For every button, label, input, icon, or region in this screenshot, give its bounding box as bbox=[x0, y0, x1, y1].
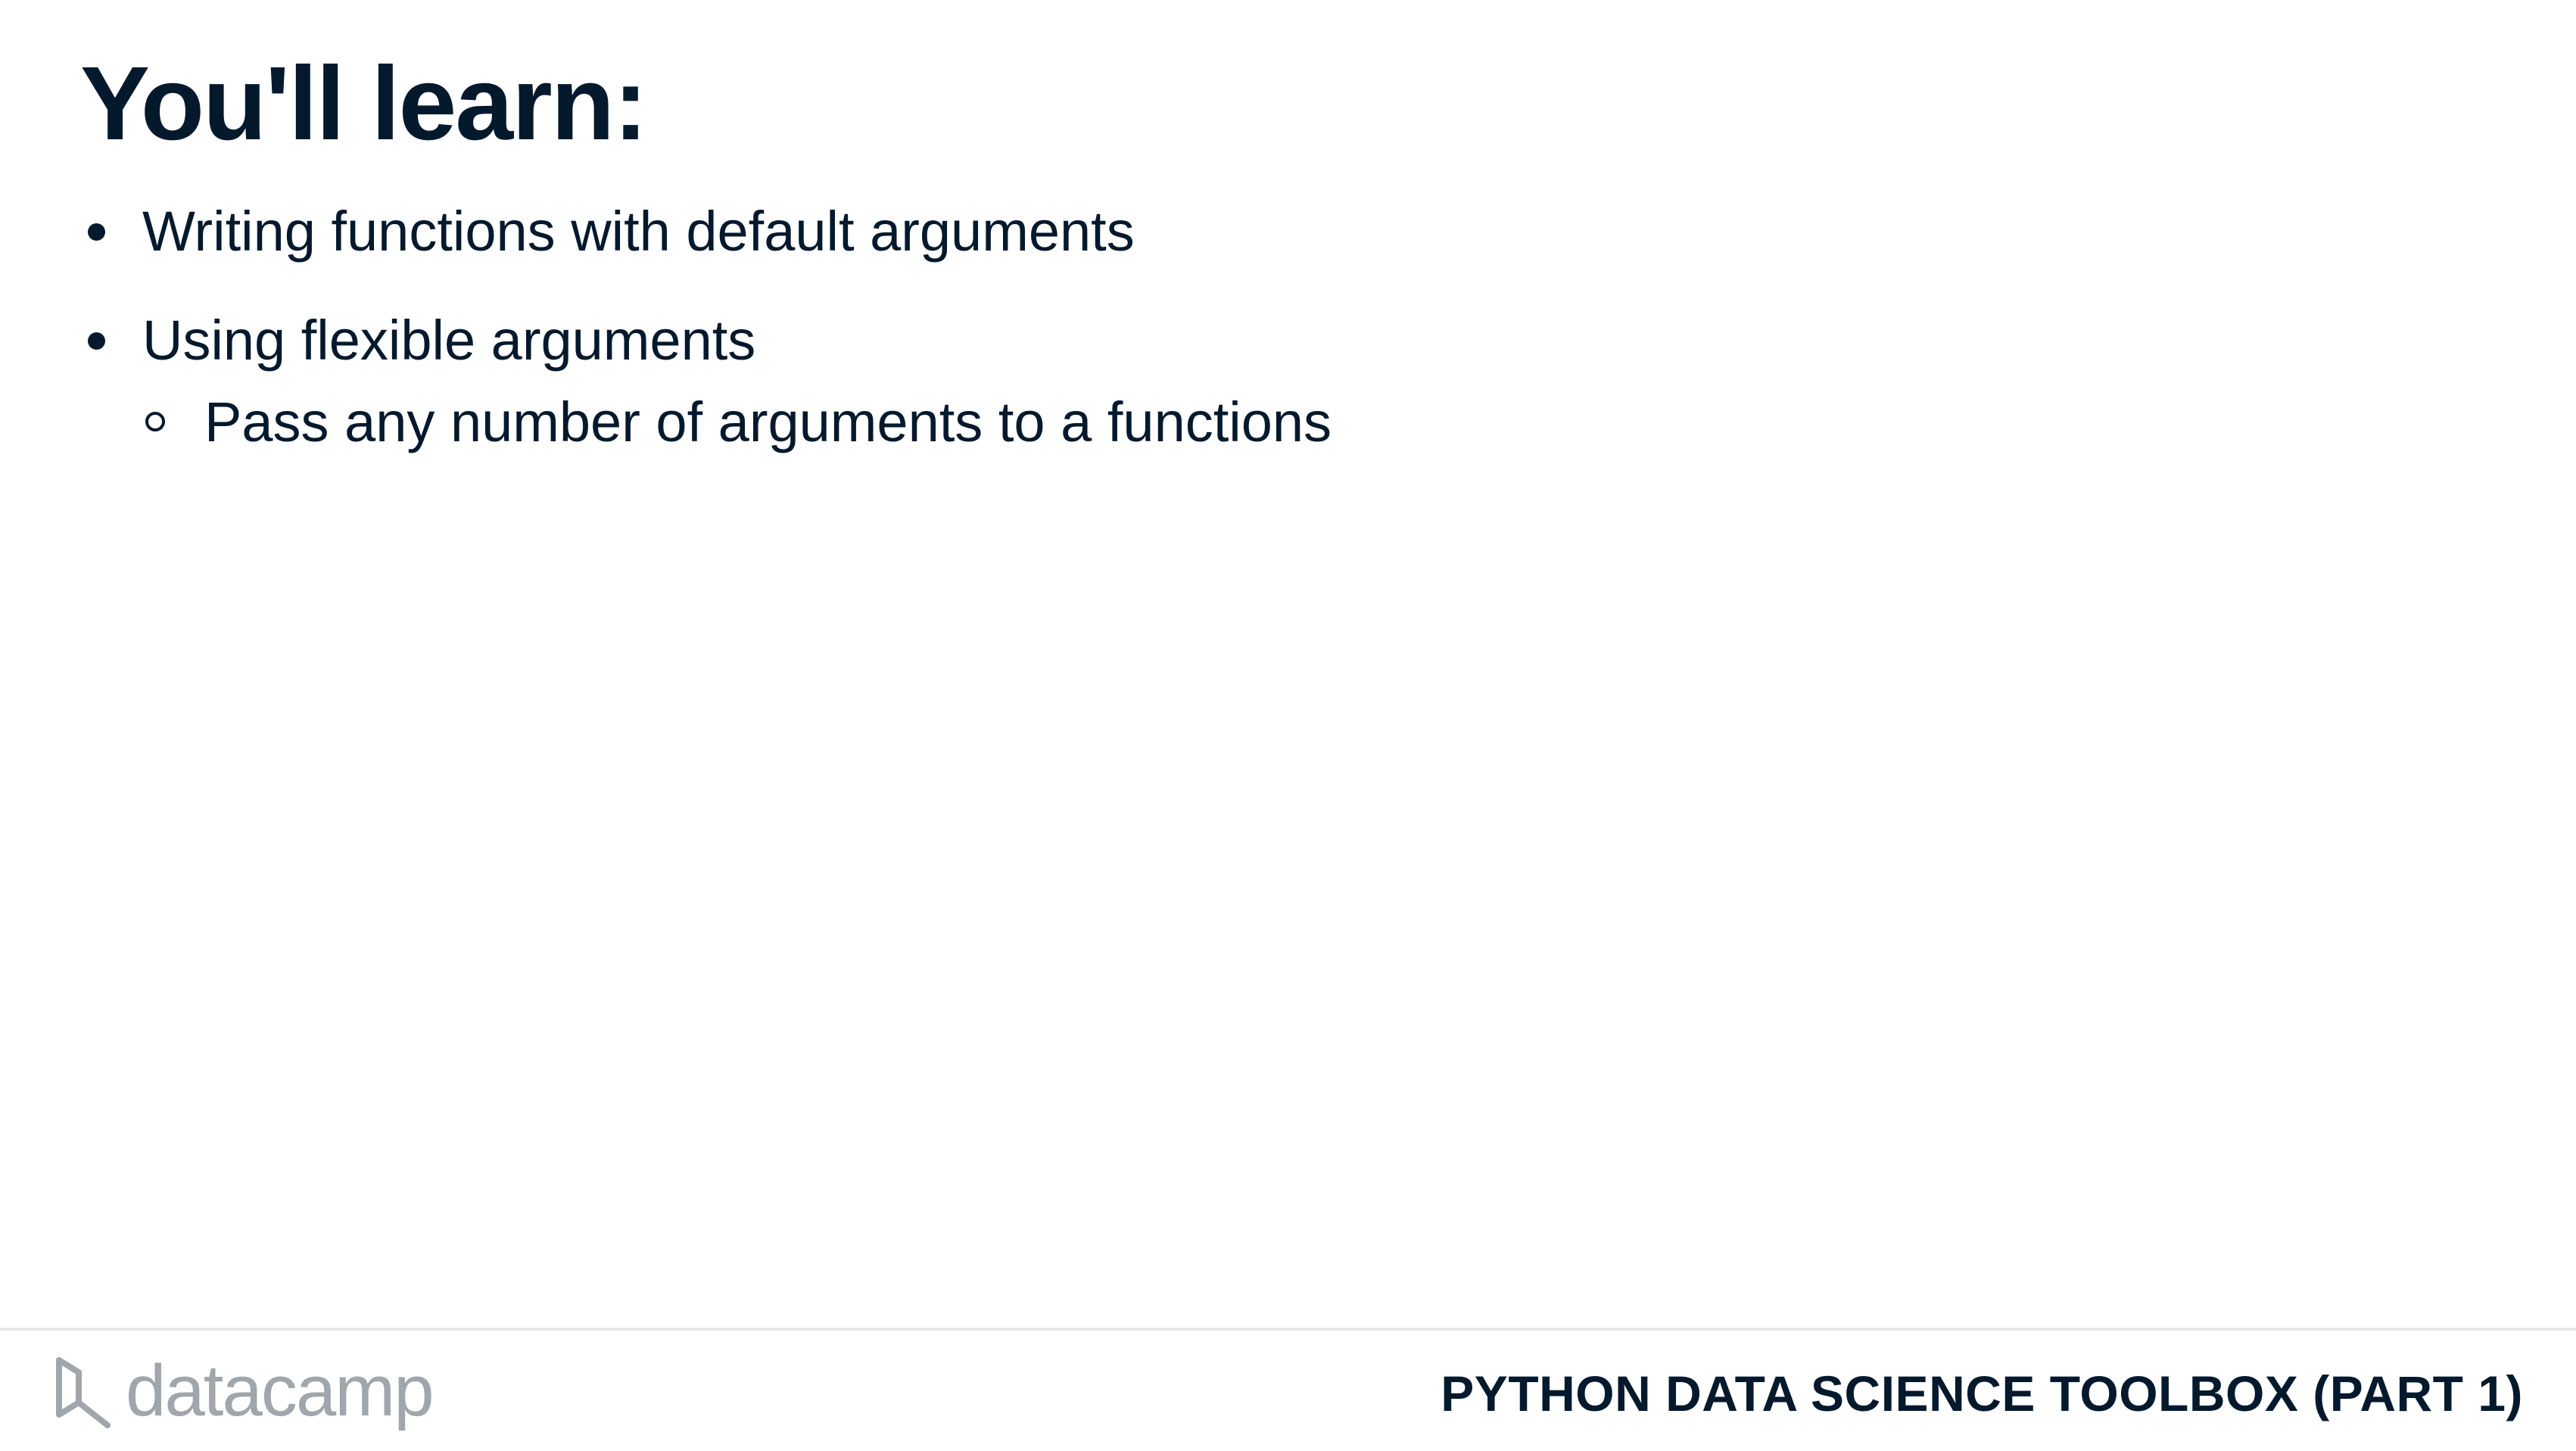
sub-bullet-list: Pass any number of arguments to a functi… bbox=[142, 385, 1332, 460]
bullet-text: Writing functions with default arguments bbox=[142, 200, 1135, 263]
bullet-list: Writing functions with default arguments… bbox=[80, 194, 1332, 494]
bullet-dot-icon bbox=[88, 332, 105, 350]
sub-bullet-text: Pass any number of arguments to a functi… bbox=[204, 391, 1332, 453]
datacamp-logo-icon bbox=[56, 1357, 111, 1428]
slide-title: You'll learn: bbox=[80, 45, 648, 162]
hollow-bullet-icon bbox=[145, 412, 165, 431]
sub-bullet-item: Pass any number of arguments to a functi… bbox=[142, 385, 1332, 460]
slide: You'll learn: Writing functions with def… bbox=[0, 0, 2576, 1451]
logo-wordmark: datacamp bbox=[126, 1350, 435, 1431]
bullet-item: Using flexible arguments Pass any number… bbox=[80, 303, 1332, 460]
datacamp-logo: datacamp bbox=[53, 1350, 435, 1435]
bullet-text: Using flexible arguments bbox=[142, 309, 756, 372]
footer: datacamp PYTHON DATA SCIENCE TOOLBOX (PA… bbox=[0, 1331, 2576, 1451]
bullet-dot-icon bbox=[88, 223, 105, 241]
course-title: PYTHON DATA SCIENCE TOOLBOX (PART 1) bbox=[1441, 1365, 2523, 1421]
bullet-item: Writing functions with default arguments bbox=[80, 194, 1332, 269]
